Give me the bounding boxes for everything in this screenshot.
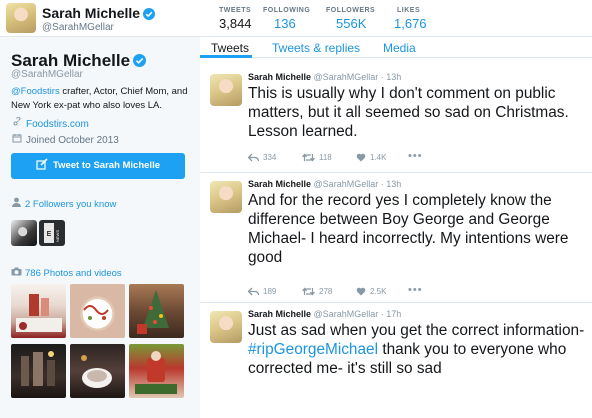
stat-likes[interactable]: LIKES 1,676 (394, 7, 427, 31)
camera-icon (11, 267, 22, 279)
hashtag-link[interactable]: #ripGeorgeMichael (248, 341, 378, 358)
tab-tweets-and-replies[interactable]: Tweets & replies (272, 41, 360, 55)
profile-joined: Joined October 2013 (11, 133, 119, 146)
stat-following[interactable]: FOLLOWING 136 (263, 7, 310, 31)
svg-text:E: E (47, 231, 52, 238)
more-icon[interactable]: ••• (408, 150, 423, 162)
profile-tabs: Tweets Tweets & replies Media (200, 37, 592, 58)
followers-you-know-link[interactable]: 2 Followers you know (11, 197, 116, 210)
timeline-column: Tweets Tweets & replies Media Sarah Mich… (200, 37, 592, 418)
reply-button[interactable]: 334 (247, 153, 276, 162)
retweet-icon (302, 153, 315, 162)
profile-website: Foodstirs.com (11, 116, 89, 130)
verified-badge-icon (133, 52, 147, 72)
stat-followers[interactable]: FOLLOWERS 556K (326, 7, 375, 31)
calendar-icon (11, 133, 23, 146)
nav-profile-name[interactable]: Sarah Michelle (42, 5, 156, 23)
photo-thumbnail[interactable] (129, 344, 184, 398)
tweet-text: This is usually why I don't comment on p… (248, 85, 569, 140)
bio-mention-link[interactable]: @Foodstirs (11, 86, 60, 97)
tweet-text: And for the record yes I completely know… (248, 192, 569, 266)
tab-tweets[interactable]: Tweets (211, 41, 249, 55)
tweet-avatar[interactable] (210, 74, 242, 106)
tab-media[interactable]: Media (383, 41, 416, 55)
profile-handle: @SarahMGellar (11, 69, 83, 80)
tweet-text: Just as sad when you get the correct inf… (248, 322, 585, 377)
tweet-header: Sarah Michelle @SarahMGellar · 17h (248, 309, 402, 319)
tweet-header: Sarah Michelle @SarahMGellar · 13h (248, 179, 402, 189)
avatar[interactable] (6, 3, 36, 33)
retweet-button[interactable]: 278 (302, 287, 332, 296)
like-button[interactable]: 2.5K (356, 287, 386, 296)
active-tab-indicator (200, 55, 252, 58)
follower-avatar[interactable] (11, 220, 37, 246)
verified-badge-icon (143, 7, 156, 23)
reply-icon (247, 153, 260, 162)
profile-nav-bar: Sarah Michelle @SarahMGellar TWEETS 3,84… (0, 0, 592, 37)
profile-bio: @Foodstirs crafter, Actor, Chief Mom, an… (11, 86, 188, 111)
link-icon (11, 116, 23, 130)
photo-thumbnail[interactable] (70, 284, 125, 338)
photo-thumbnail[interactable] (11, 344, 66, 398)
retweet-icon (302, 287, 315, 296)
nav-profile-handle: @SarahMGellar (42, 22, 114, 33)
photo-thumbnail[interactable] (11, 284, 66, 338)
people-icon (11, 197, 22, 210)
svg-text:NEWS: NEWS (55, 230, 60, 242)
tweet-item[interactable]: Sarah Michelle @SarahMGellar · 17h Just … (200, 303, 592, 418)
heart-icon (356, 287, 366, 296)
compose-icon (36, 155, 48, 181)
tweet-item[interactable]: Sarah Michelle @SarahMGellar · 13h And f… (200, 173, 592, 303)
tweet-avatar[interactable] (210, 311, 242, 343)
tweet-item[interactable]: Sarah Michelle @SarahMGellar · 13h This … (200, 66, 592, 173)
photo-thumbnail[interactable] (129, 284, 184, 338)
photos-videos-link[interactable]: 786 Photos and videos (11, 267, 122, 279)
more-icon[interactable]: ••• (408, 284, 423, 296)
reply-button[interactable]: 189 (247, 287, 276, 296)
stat-tweets[interactable]: TWEETS 3,844 (219, 7, 252, 31)
website-link[interactable]: Foodstirs.com (26, 119, 89, 130)
follower-avatar-enews[interactable]: E NEWS (39, 220, 65, 246)
tweet-to-user-button[interactable]: Tweet to Sarah Michelle (11, 153, 185, 179)
tweet-avatar[interactable] (210, 181, 242, 213)
retweet-button[interactable]: 118 (302, 153, 332, 162)
photo-thumbnail[interactable] (70, 344, 125, 398)
tweet-header: Sarah Michelle @SarahMGellar · 13h (248, 72, 402, 82)
reply-icon (247, 287, 260, 296)
heart-icon (356, 153, 366, 162)
like-button[interactable]: 1.4K (356, 153, 386, 162)
profile-sidebar: Sarah Michelle @SarahMGellar @Foodstirs … (0, 37, 200, 418)
